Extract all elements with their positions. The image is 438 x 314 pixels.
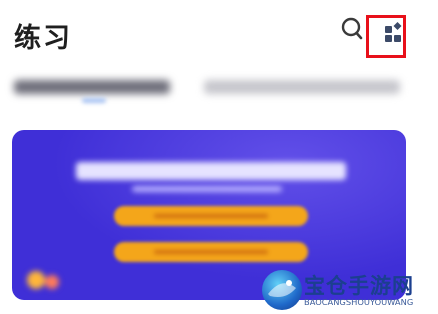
header-bar: 练习 bbox=[0, 0, 438, 70]
banner-subline bbox=[132, 186, 282, 192]
watermark: 宝仓手游网 BAOCANGSHOUYOUWANG bbox=[262, 270, 438, 312]
banner-headline bbox=[76, 162, 346, 180]
apps-menu-button[interactable] bbox=[366, 15, 406, 58]
banner-button-secondary[interactable] bbox=[114, 242, 308, 262]
tab-active[interactable] bbox=[14, 80, 170, 94]
tab-active-indicator bbox=[82, 98, 106, 103]
search-icon[interactable] bbox=[340, 15, 366, 43]
page-title: 练习 bbox=[14, 23, 72, 54]
category-tabs bbox=[0, 72, 438, 112]
watermark-logo bbox=[262, 270, 302, 310]
apps-grid-icon bbox=[385, 22, 402, 42]
tab-item[interactable] bbox=[204, 80, 400, 94]
watermark-subtitle: BAOCANGSHOUYOUWANG bbox=[304, 297, 414, 307]
banner-button-primary[interactable] bbox=[114, 206, 308, 226]
watermark-title: 宝仓手游网 bbox=[304, 274, 414, 298]
banner-decoration bbox=[24, 262, 64, 292]
